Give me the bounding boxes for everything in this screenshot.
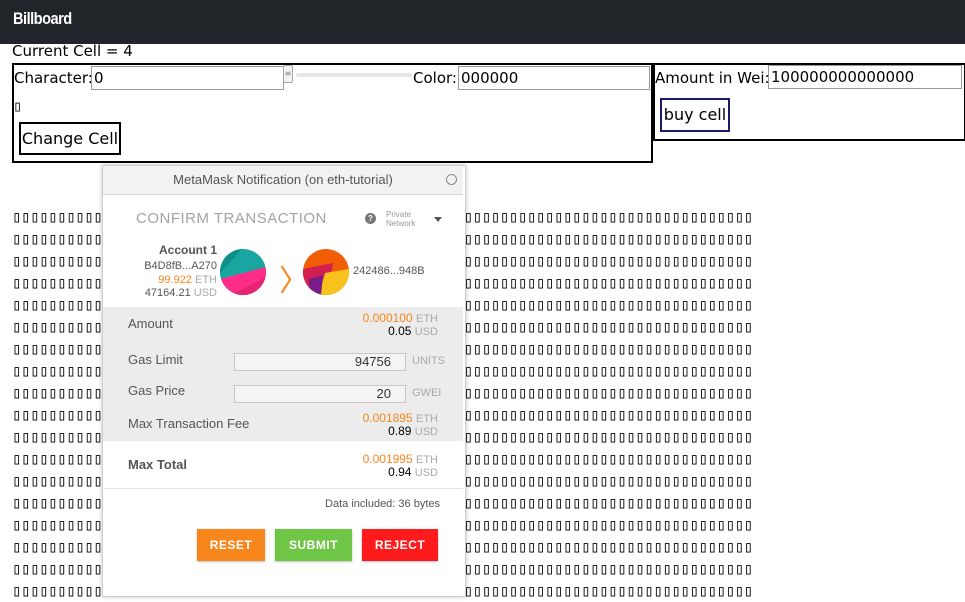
recipient-address: 242486...948B (353, 265, 425, 277)
max-total-usd: 0.94 (388, 465, 412, 479)
character-label: Character: (14, 69, 93, 87)
max-total-eth: 0.001995 (362, 452, 413, 466)
gas-price-unit: GWEI (412, 387, 442, 399)
max-total-usd-unit: USD (414, 467, 438, 479)
account-address: B4D8fB...A270 (144, 260, 217, 272)
reset-button[interactable]: RESET (197, 529, 265, 561)
metamask-title: MetaMask Notification (on eth-tutorial) (103, 166, 463, 195)
divider (103, 488, 463, 489)
usd-balance: 47164.21 (144, 287, 191, 299)
gas-limit-label: Gas Limit (128, 352, 183, 367)
help-icon[interactable]: ? (365, 213, 376, 224)
brand-title[interactable]: Billboard (13, 9, 72, 29)
buy-cell-button[interactable]: buy cell (660, 98, 730, 132)
max-total-label: Max Total (128, 457, 187, 472)
eth-unit: ETH (195, 274, 217, 286)
color-input[interactable]: 000000 (458, 66, 650, 90)
network-line2: Network (386, 219, 416, 228)
amount-input[interactable]: 100000000000000 (768, 65, 962, 89)
network-selector[interactable]: Private Network (386, 210, 415, 228)
color-label: Color: (413, 69, 457, 87)
max-fee-usd: 0.89 (388, 424, 412, 438)
eth-balance: 99.922 (158, 274, 192, 286)
character-preview: ▯ (13, 97, 23, 115)
submit-button[interactable]: SUBMIT (275, 529, 352, 561)
gas-price-label: Gas Price (128, 383, 186, 398)
amount-eth: 0.000100 (362, 311, 413, 325)
max-fee-eth: 0.001895 (362, 411, 413, 425)
color-slider-handle[interactable]: ≡ (283, 65, 293, 83)
close-icon[interactable] (446, 174, 457, 185)
confirm-heading: CONFIRM TRANSACTION (136, 210, 327, 227)
max-fee-usd-unit: USD (414, 426, 438, 438)
amount-usd-unit: USD (414, 326, 438, 338)
character-input[interactable]: 0 (91, 66, 284, 90)
color-slider-track[interactable] (296, 73, 412, 77)
reject-button[interactable]: REJECT (362, 529, 438, 561)
gas-limit-unit: UNITS (412, 355, 445, 367)
network-line1: Private (386, 210, 411, 219)
metamask-notification: MetaMask Notification (on eth-tutorial) … (102, 165, 466, 597)
chevron-down-icon[interactable] (434, 217, 442, 222)
recipient-avatar (303, 249, 349, 295)
current-cell-label: Current Cell = 4 (12, 42, 133, 60)
max-fee-label: Max Transaction Fee (128, 416, 250, 431)
usd-unit: USD (193, 287, 217, 299)
amount-usd: 0.05 (388, 324, 412, 338)
navbar: Billboard (0, 0, 965, 44)
gas-price-input[interactable]: 20 (234, 385, 406, 403)
change-cell-button[interactable]: Change Cell (19, 122, 121, 155)
amount-label: Amount in Wei: (655, 69, 770, 87)
data-included-text: Data included: 36 bytes (325, 498, 440, 510)
account-name: Account 1 (158, 243, 217, 257)
sender-avatar (220, 249, 266, 295)
gas-limit-input[interactable]: 94756 (234, 353, 406, 371)
amount-row-label: Amount (128, 316, 173, 331)
